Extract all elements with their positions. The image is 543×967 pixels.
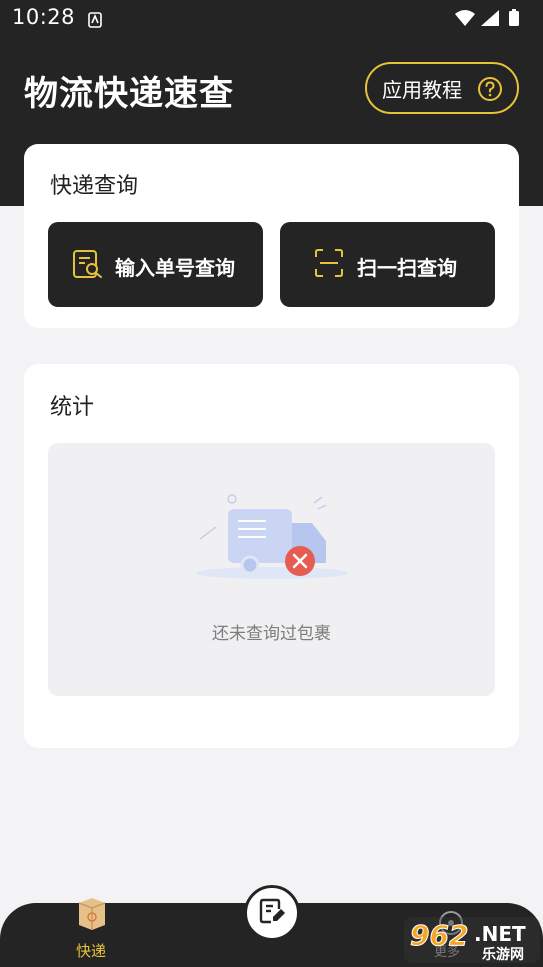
status-time: 10:28 — [12, 5, 76, 29]
status-bar: 10:28 — [0, 0, 543, 36]
tutorial-button[interactable]: 应用教程 — [365, 62, 519, 114]
delivery-truck-error-icon — [194, 493, 350, 587]
scan-query-button[interactable]: 扫一扫查询 — [280, 222, 495, 307]
status-icons — [453, 8, 533, 33]
stats-card: 统计 还未查询过包裹 — [24, 364, 519, 748]
document-search-icon — [72, 248, 104, 285]
app-title: 物流快递速查 — [24, 74, 234, 114]
signal-icon — [481, 10, 499, 26]
tutorial-label: 应用教程 — [382, 77, 462, 102]
svg-text:乐游网: 乐游网 — [482, 946, 524, 963]
help-circle-icon — [477, 76, 503, 107]
empty-state-text: 还未查询过包裹 — [212, 624, 331, 644]
package-box-icon[interactable] — [62, 895, 122, 937]
scan-query-label: 扫一扫查询 — [357, 256, 457, 280]
center-edit-button[interactable] — [244, 885, 300, 941]
nav-express-label[interactable]: 快递 — [62, 940, 120, 961]
query-card: 快递查询 输入单号查询 扫一扫查询 — [24, 144, 519, 328]
battery-icon — [509, 9, 519, 26]
input-number-query-label: 输入单号查询 — [115, 256, 235, 280]
edit-document-icon — [258, 897, 286, 929]
query-card-title: 快递查询 — [50, 174, 139, 199]
wifi-icon — [455, 10, 475, 26]
scan-icon — [314, 248, 344, 283]
stats-card-title: 统计 — [50, 395, 95, 420]
app-notification-icon — [88, 9, 102, 33]
input-number-query-button[interactable]: 输入单号查询 — [48, 222, 263, 307]
empty-state: 还未查询过包裹 — [48, 443, 495, 696]
svg-text:962: 962 — [410, 919, 468, 952]
svg-text:.NET: .NET — [474, 922, 526, 946]
watermark-logo: 962 .NET 乐游网 — [404, 913, 542, 965]
